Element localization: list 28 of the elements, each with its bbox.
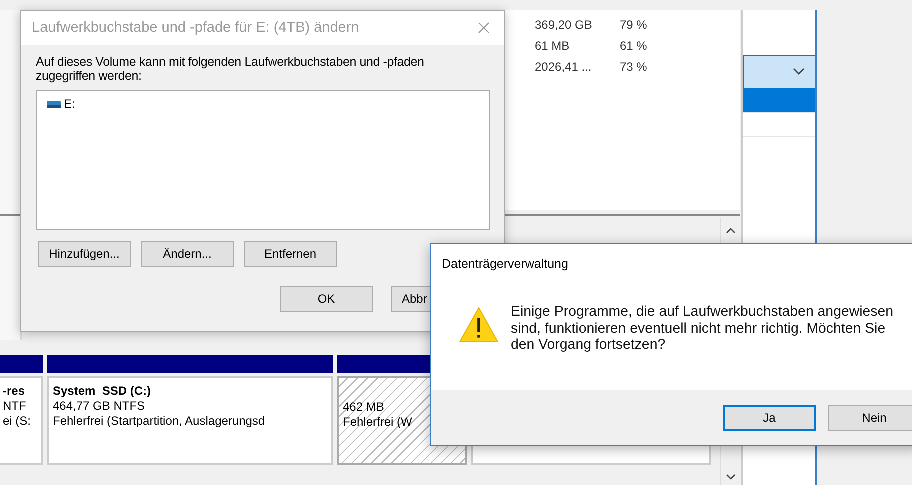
partition-name: System_SSD (C:) bbox=[53, 384, 152, 399]
partition-block[interactable]: System_SSD (C:) 464,77 GB NTFS Fehlerfrei (Startpartition, Auslagerungsd bbox=[47, 376, 333, 465]
table-cell: 73 % bbox=[620, 60, 648, 74]
dialog-button[interactable]: Ändern... bbox=[141, 241, 234, 267]
window-title: Datenträgerverwaltung bbox=[442, 257, 570, 271]
partition-name: -res bbox=[3, 384, 26, 399]
dialog-button[interactable]: Ja bbox=[723, 404, 816, 430]
table-cell: 79 % bbox=[620, 18, 648, 32]
instruction-text: Auf dieses Volume kann mit folgenden Laufwerkbuchstaben und -pfaden zugegriffen werden: bbox=[36, 55, 426, 83]
dialog-button[interactable]: Entfernen bbox=[244, 241, 337, 267]
table-cell: 61 % bbox=[620, 38, 648, 52]
drive-item[interactable]: E: bbox=[45, 97, 78, 111]
table-cell-text: 61 MB bbox=[535, 38, 571, 52]
partition-status: ei (S: bbox=[3, 414, 32, 429]
table-cell-text: 2026,41 ... bbox=[535, 60, 593, 74]
partition-size: 462 MB bbox=[343, 400, 386, 415]
dialog-button[interactable]: Nein bbox=[828, 404, 912, 430]
partition-size: NTF bbox=[3, 399, 28, 414]
window-title: Laufwerkbuchstabe und -pfade für E: (4TB) ändern bbox=[32, 20, 360, 36]
dialog-button[interactable]: Hinzufügen... bbox=[38, 241, 131, 267]
partition-block[interactable]: -res NTF ei (S: bbox=[0, 376, 43, 465]
ok-button[interactable]: OK bbox=[280, 286, 373, 312]
partition-size: 464,77 GB NTFS bbox=[53, 399, 146, 414]
message-text: Einige Programme, die auf Laufwerkbuchstaben angewiesen sind, funktionieren eventuell nicht mehr richtig. Möchten Sie den Vorgang fortsetzen? bbox=[511, 304, 895, 354]
list-box[interactable]: E: bbox=[36, 90, 490, 230]
partition-status: Fehlerfrei (Startpartition, Auslagerungsd bbox=[53, 414, 266, 429]
partition-status: Fehlerfrei (W bbox=[343, 415, 414, 430]
table-cell-text: 369,20 GB bbox=[535, 18, 594, 32]
